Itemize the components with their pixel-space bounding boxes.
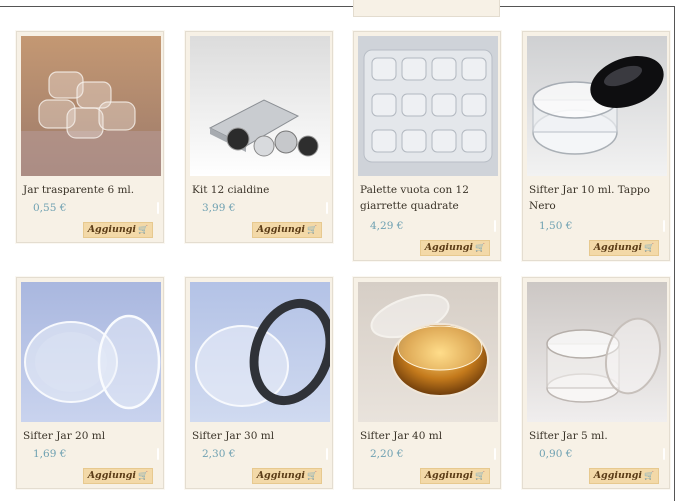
product-title[interactable]: Sifter Jar 10 ml. Tappo Nero (529, 182, 665, 214)
product-card: Sifter Jar 10 ml. Tappo Nero 1,50 € Aggi… (522, 31, 670, 261)
product-card: Sifter Jar 5 ml. 0,90 € Aggiungi 🛒 (522, 277, 670, 489)
product-title[interactable]: Kit 12 cialdine (192, 182, 328, 198)
add-to-cart-label: Aggiungi (87, 470, 137, 481)
product-card: Sifter Jar 40 ml 2,20 € Aggiungi 🛒 (353, 277, 501, 489)
content-frame-top-border (0, 6, 674, 7)
decorative-mark (663, 448, 665, 460)
product-card: Palette vuota con 12 giarrette quadrate … (353, 31, 501, 261)
product-price: 4,29 € (370, 220, 404, 232)
add-to-cart-button[interactable]: Aggiungi 🛒 (82, 468, 153, 484)
add-to-cart-button[interactable]: Aggiungi 🛒 (588, 240, 659, 256)
cart-icon: 🛒 (644, 471, 654, 480)
cart-icon: 🛒 (138, 225, 148, 234)
previous-row-card-edge (353, 0, 500, 17)
add-to-cart-button[interactable]: Aggiungi 🛒 (419, 468, 490, 484)
product-image[interactable] (527, 282, 667, 422)
product-image[interactable] (190, 36, 330, 176)
decorative-mark (326, 448, 328, 460)
product-title[interactable]: Sifter Jar 30 ml (192, 428, 328, 444)
product-image[interactable] (358, 282, 498, 422)
product-price: 3,99 € (202, 202, 236, 214)
product-title[interactable]: Sifter Jar 40 ml (360, 428, 496, 444)
decorative-mark (157, 448, 159, 460)
product-price: 1,50 € (539, 220, 573, 232)
add-to-cart-button[interactable]: Aggiungi 🛒 (82, 222, 153, 238)
decorative-mark (663, 220, 665, 232)
cart-icon: 🛒 (138, 471, 148, 480)
product-image[interactable] (190, 282, 330, 422)
product-title[interactable]: Jar trasparente 6 ml. (23, 182, 159, 198)
add-to-cart-label: Aggiungi (424, 470, 474, 481)
cart-icon: 🛒 (644, 243, 654, 252)
add-to-cart-button[interactable]: Aggiungi 🛒 (588, 468, 659, 484)
product-card: Sifter Jar 20 ml 1,69 € Aggiungi 🛒 (16, 277, 164, 489)
add-to-cart-button[interactable]: Aggiungi 🛒 (251, 468, 322, 484)
add-to-cart-label: Aggiungi (256, 470, 306, 481)
cart-icon: 🛒 (475, 471, 485, 480)
product-card: Kit 12 cialdine 3,99 € Aggiungi 🛒 (185, 31, 333, 243)
product-price: 1,69 € (33, 448, 67, 460)
product-price: 0,90 € (539, 448, 573, 460)
product-image[interactable] (21, 282, 161, 422)
add-to-cart-button[interactable]: Aggiungi 🛒 (419, 240, 490, 256)
decorative-mark (494, 220, 496, 232)
product-price: 2,30 € (202, 448, 236, 460)
product-title[interactable]: Palette vuota con 12 giarrette quadrate (360, 182, 496, 214)
add-to-cart-label: Aggiungi (87, 224, 137, 235)
add-to-cart-label: Aggiungi (256, 224, 306, 235)
decorative-mark (494, 448, 496, 460)
add-to-cart-button[interactable]: Aggiungi 🛒 (251, 222, 322, 238)
product-image[interactable] (527, 36, 667, 176)
add-to-cart-label: Aggiungi (593, 470, 643, 481)
product-price: 0,55 € (33, 202, 67, 214)
product-title[interactable]: Sifter Jar 20 ml (23, 428, 159, 444)
product-price: 2,20 € (370, 448, 404, 460)
cart-icon: 🛒 (307, 471, 317, 480)
decorative-mark (326, 202, 328, 214)
content-frame-right-border (674, 6, 675, 501)
cart-icon: 🛒 (475, 243, 485, 252)
product-title[interactable]: Sifter Jar 5 ml. (529, 428, 665, 444)
cart-icon: 🛒 (307, 225, 317, 234)
add-to-cart-label: Aggiungi (593, 242, 643, 253)
product-card: Jar trasparente 6 ml. 0,55 € Aggiungi 🛒 (16, 31, 164, 243)
product-card: Sifter Jar 30 ml 2,30 € Aggiungi 🛒 (185, 277, 333, 489)
product-image[interactable] (358, 36, 498, 176)
decorative-mark (157, 202, 159, 214)
product-image[interactable] (21, 36, 161, 176)
add-to-cart-label: Aggiungi (424, 242, 474, 253)
